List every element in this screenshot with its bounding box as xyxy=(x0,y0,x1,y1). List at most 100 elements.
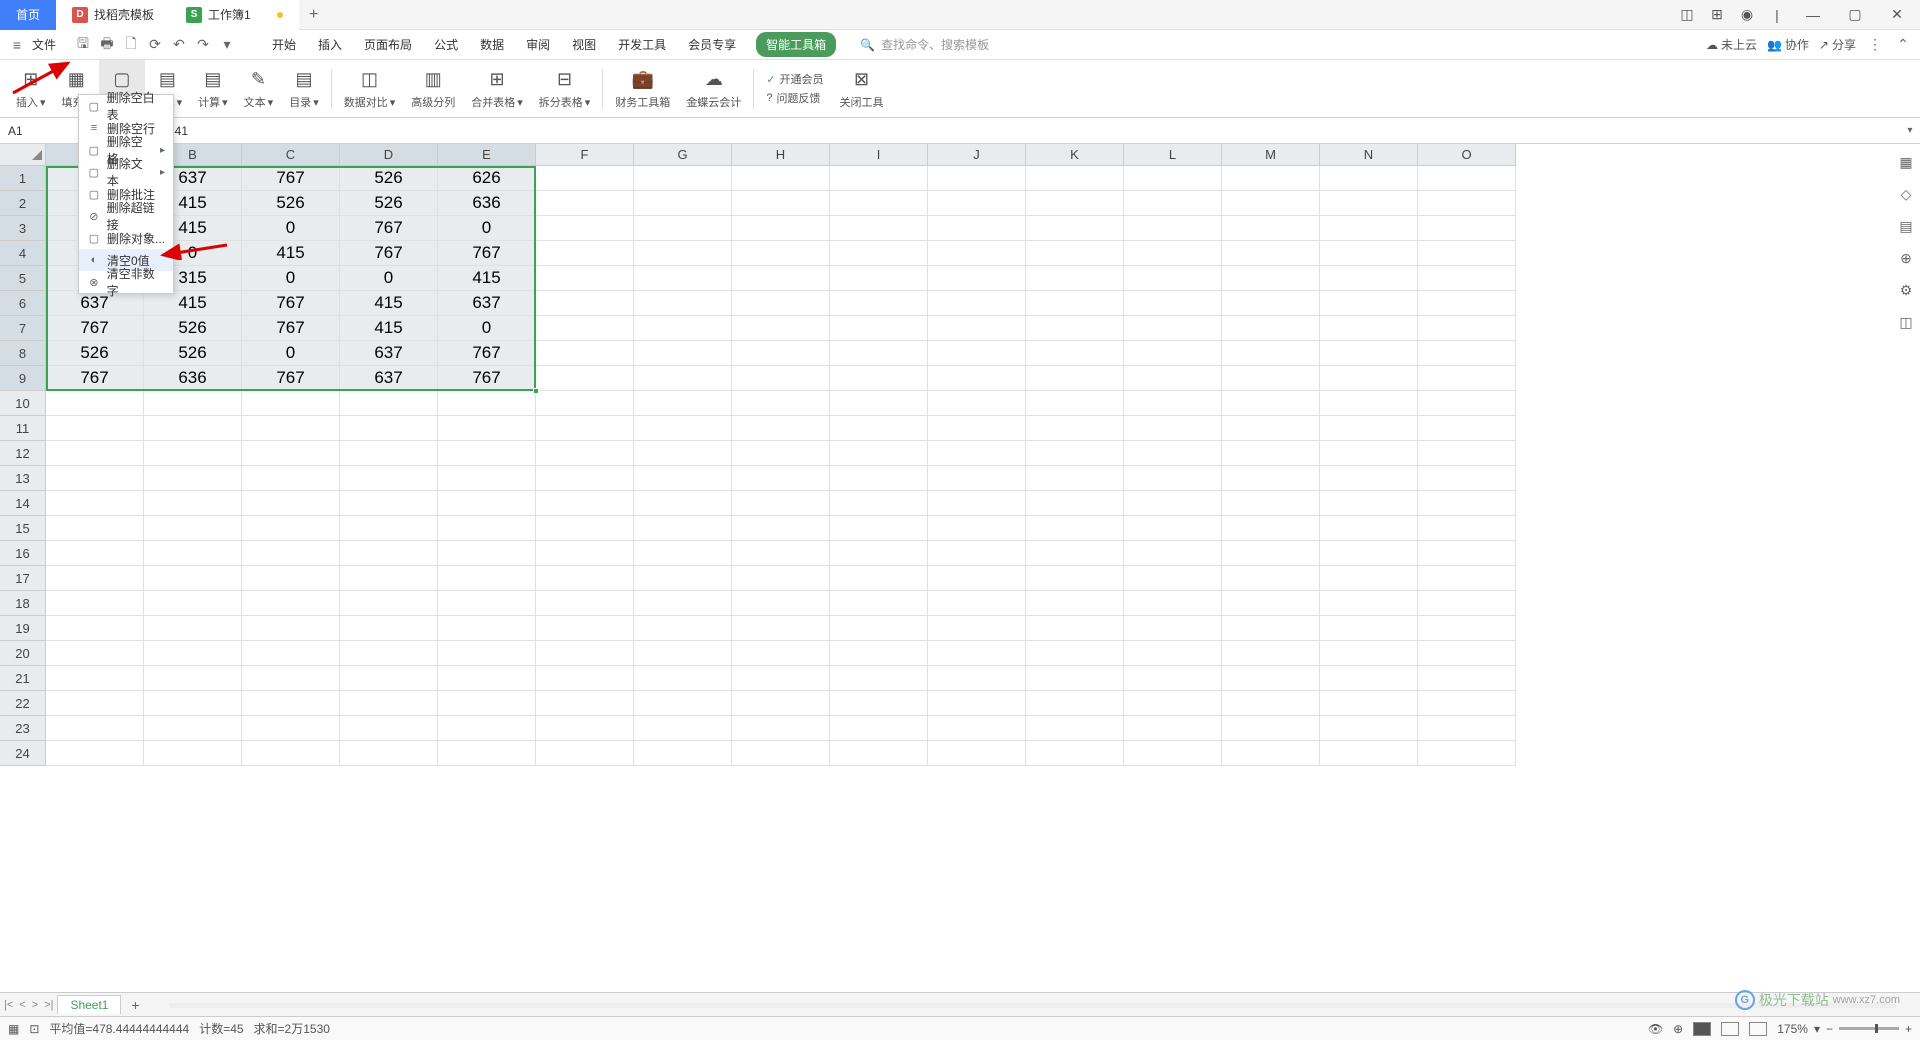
row-header-13[interactable]: 13 xyxy=(0,466,46,491)
view-normal[interactable] xyxy=(1693,1022,1711,1036)
cell[interactable] xyxy=(1026,191,1124,216)
cell[interactable] xyxy=(536,216,634,241)
cell[interactable]: 767 xyxy=(438,341,536,366)
zoom-control[interactable]: 175%▾ − + xyxy=(1777,1022,1912,1036)
cell[interactable] xyxy=(732,366,830,391)
view-icon-1[interactable]: 👁 xyxy=(1648,1022,1663,1036)
cell[interactable] xyxy=(732,316,830,341)
cell[interactable] xyxy=(732,416,830,441)
cell[interactable] xyxy=(830,491,928,516)
sheet-prev[interactable]: < xyxy=(19,999,25,1011)
cell[interactable] xyxy=(928,366,1026,391)
cell[interactable] xyxy=(438,491,536,516)
cell[interactable] xyxy=(1026,491,1124,516)
cell[interactable] xyxy=(1124,466,1222,491)
cell[interactable] xyxy=(1124,216,1222,241)
status-icon-2[interactable]: ⊡ xyxy=(29,1022,39,1036)
cell[interactable]: 0 xyxy=(438,316,536,341)
cell[interactable] xyxy=(1320,341,1418,366)
cell[interactable] xyxy=(46,441,144,466)
cell[interactable] xyxy=(438,616,536,641)
cell[interactable] xyxy=(46,491,144,516)
cell[interactable] xyxy=(438,416,536,441)
cell[interactable] xyxy=(536,691,634,716)
collapse-icon[interactable]: ⌃ xyxy=(1894,36,1912,54)
sheet-next[interactable]: > xyxy=(32,999,38,1011)
select-all-corner[interactable] xyxy=(0,144,46,166)
cell[interactable] xyxy=(1222,241,1320,266)
side-icon-6[interactable]: ◫ xyxy=(1896,312,1916,332)
cell[interactable] xyxy=(1222,666,1320,691)
row-header-9[interactable]: 9 xyxy=(0,366,46,391)
cell[interactable] xyxy=(340,391,438,416)
cell[interactable] xyxy=(1320,616,1418,641)
cell[interactable] xyxy=(1026,241,1124,266)
row-header-2[interactable]: 2 xyxy=(0,191,46,216)
side-icon-2[interactable]: ◇ xyxy=(1896,184,1916,204)
cell[interactable] xyxy=(1026,691,1124,716)
cell[interactable]: 526 xyxy=(340,191,438,216)
cell[interactable] xyxy=(1222,291,1320,316)
sheet-tab-1[interactable]: Sheet1 xyxy=(57,995,121,1014)
cell[interactable] xyxy=(1124,266,1222,291)
cell[interactable] xyxy=(1320,491,1418,516)
cell[interactable] xyxy=(144,691,242,716)
col-header-F[interactable]: F xyxy=(536,144,634,166)
maximize-button[interactable]: ▢ xyxy=(1840,5,1870,25)
menu-tab-review[interactable]: 审阅 xyxy=(524,32,552,57)
cell[interactable] xyxy=(340,666,438,691)
cell[interactable] xyxy=(144,666,242,691)
cell[interactable] xyxy=(144,741,242,766)
share-button[interactable]: ↗分享 xyxy=(1819,36,1856,53)
cell[interactable] xyxy=(242,741,340,766)
menu-tab-layout[interactable]: 页面布局 xyxy=(362,32,414,57)
cell[interactable] xyxy=(634,366,732,391)
row-header-17[interactable]: 17 xyxy=(0,566,46,591)
cell[interactable] xyxy=(732,566,830,591)
cell[interactable]: 767 xyxy=(242,316,340,341)
cell[interactable] xyxy=(1320,166,1418,191)
menu-tab-dev[interactable]: 开发工具 xyxy=(616,32,668,57)
cell[interactable] xyxy=(1026,266,1124,291)
tool-text[interactable]: ✎文本▾ xyxy=(236,60,282,117)
row-header-4[interactable]: 4 xyxy=(0,241,46,266)
minimize-button[interactable]: — xyxy=(1798,5,1828,25)
cell[interactable] xyxy=(536,741,634,766)
refresh-icon[interactable]: ⟳ xyxy=(146,36,164,54)
cell[interactable] xyxy=(830,291,928,316)
cell[interactable] xyxy=(1222,516,1320,541)
cell[interactable] xyxy=(928,241,1026,266)
cell[interactable] xyxy=(1418,716,1516,741)
cell[interactable] xyxy=(830,666,928,691)
cell[interactable] xyxy=(1222,616,1320,641)
row-header-24[interactable]: 24 xyxy=(0,741,46,766)
cell[interactable] xyxy=(536,541,634,566)
menu-tab-formula[interactable]: 公式 xyxy=(432,32,460,57)
cell[interactable] xyxy=(1026,216,1124,241)
cell[interactable] xyxy=(46,741,144,766)
cell[interactable]: 767 xyxy=(340,216,438,241)
cell[interactable] xyxy=(1418,366,1516,391)
cell[interactable] xyxy=(830,416,928,441)
cell[interactable] xyxy=(1320,691,1418,716)
cell[interactable] xyxy=(634,641,732,666)
row-header-23[interactable]: 23 xyxy=(0,716,46,741)
cell[interactable] xyxy=(438,541,536,566)
cell[interactable] xyxy=(242,566,340,591)
tool-calc[interactable]: ▤计算▾ xyxy=(190,60,236,117)
file-menu[interactable]: 文件 xyxy=(32,36,56,53)
cell[interactable] xyxy=(1026,466,1124,491)
cell[interactable] xyxy=(1418,441,1516,466)
cell[interactable] xyxy=(1418,666,1516,691)
formula-input[interactable]: 341 xyxy=(160,124,1900,138)
cell[interactable] xyxy=(144,491,242,516)
row-header-22[interactable]: 22 xyxy=(0,691,46,716)
cell[interactable] xyxy=(46,416,144,441)
view-page[interactable] xyxy=(1721,1022,1739,1036)
cell[interactable] xyxy=(830,166,928,191)
cell[interactable] xyxy=(1124,391,1222,416)
cell[interactable] xyxy=(1026,441,1124,466)
cell[interactable]: 626 xyxy=(438,166,536,191)
row-header-1[interactable]: 1 xyxy=(0,166,46,191)
cell[interactable]: 0 xyxy=(242,216,340,241)
